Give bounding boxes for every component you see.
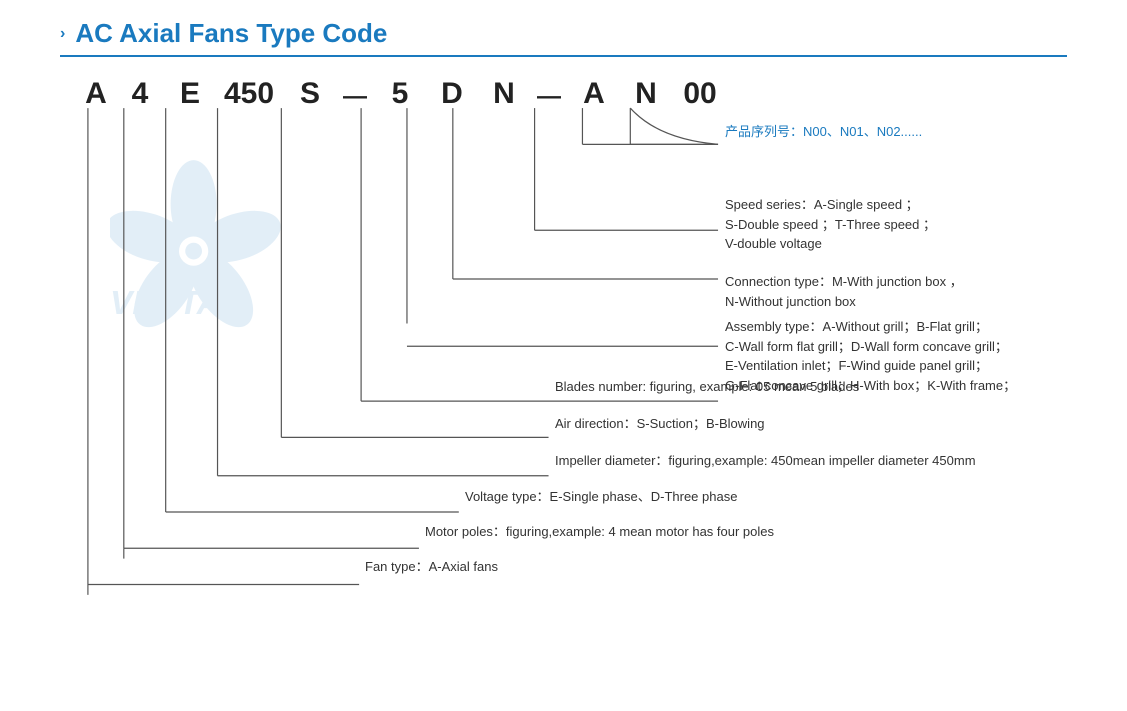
diagram-area: VENTAI A 4 E 450 S — 5 D N — A N 00 (60, 77, 1067, 657)
code-dash1: — (340, 83, 370, 111)
annotation-impeller-diameter: Impeller diameter：figuring,example: 450m… (555, 451, 976, 471)
page-container: › AC Axial Fans Type Code VENTAI (0, 0, 1127, 711)
divider (60, 55, 1067, 57)
annotation-air-direction: Air direction：S-Suction；B-Blowing (555, 414, 765, 434)
annotation-voltage-type: Voltage type：E-Single phase、D-Three phas… (465, 487, 737, 507)
header-section: › AC Axial Fans Type Code (60, 18, 1067, 49)
code-5: 5 (382, 77, 418, 111)
annotation-fan-type: Fan type：A-Axial fans (365, 557, 498, 577)
code-4: 4 (122, 77, 158, 111)
code-dash2: — (534, 83, 564, 111)
code-S: S (292, 77, 328, 111)
annotation-blades-number: Blades number: figuring, example: 05 mea… (555, 377, 859, 397)
code-N: N (486, 77, 522, 111)
page-title: AC Axial Fans Type Code (75, 18, 387, 49)
code-00: 00 (680, 77, 720, 111)
annotation-speed-series: Speed series：A-Single speed ； S-Double s… (725, 195, 936, 254)
code-N2: N (628, 77, 664, 111)
chevron-icon: › (60, 25, 65, 43)
annotation-product-series: 产品序列号：N00、N01、N02...... (725, 122, 922, 142)
code-A: A (78, 77, 114, 111)
code-A2: A (576, 77, 612, 111)
annotation-motor-poles: Motor poles：figuring,example: 4 mean mot… (425, 522, 774, 542)
code-E: E (172, 77, 208, 111)
code-D: D (434, 77, 470, 111)
code-450: 450 (222, 77, 276, 111)
annotation-connection-type: Connection type：M-With junction box ， N-… (725, 272, 963, 311)
